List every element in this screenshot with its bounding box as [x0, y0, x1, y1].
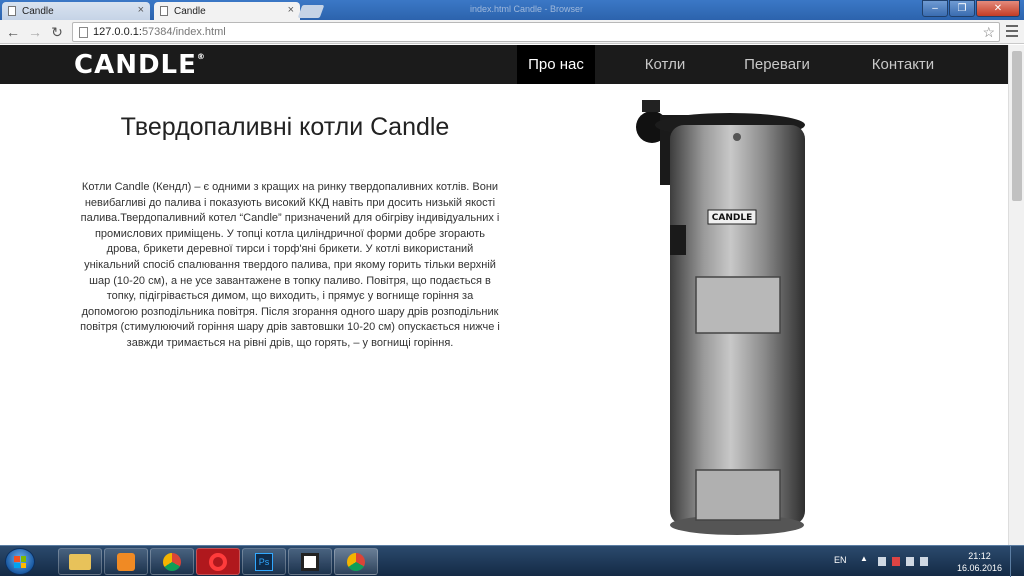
page-scrollbar[interactable] [1008, 45, 1024, 545]
language-indicator[interactable]: EN [834, 555, 847, 565]
page-icon [79, 27, 88, 38]
chrome-icon[interactable] [334, 548, 378, 575]
browser-tab-1[interactable]: Candle × [2, 2, 150, 20]
close-icon[interactable]: × [288, 4, 294, 16]
bookmark-star-icon[interactable]: ☆ [982, 24, 995, 41]
description-text: Котли Candle (Кендл) – є одними з кращих… [80, 181, 500, 349]
explorer-icon[interactable] [58, 548, 102, 575]
tray-expand-icon[interactable]: ▲ [860, 554, 868, 563]
nav-item-about[interactable]: Про нас [517, 45, 595, 84]
browser-toolbar: ← → ↻ 127.0.0.1:57384/index.html ☆ [0, 20, 1024, 44]
site-navbar: CANDLE® Про нас Котли Переваги Контакти [0, 45, 1008, 84]
photoshop-icon[interactable]: Ps [242, 548, 286, 575]
clock[interactable]: 21:12 16.06.2016 [957, 550, 1002, 574]
window-title: index.html Candle - Browser [470, 4, 584, 14]
url-text: 127.0.0.1:57384/index.html [93, 26, 226, 38]
scroll-thumb[interactable] [1012, 51, 1022, 201]
volume-icon[interactable] [920, 557, 928, 566]
network-icon[interactable] [878, 557, 886, 566]
tab-title: Candle [174, 5, 206, 17]
windows-logo-icon [14, 556, 26, 568]
product-label: CANDLE [712, 213, 752, 223]
page-viewport: CANDLE® Про нас Котли Переваги Контакти … [0, 45, 1008, 545]
address-bar[interactable]: 127.0.0.1:57384/index.html ☆ [72, 22, 1000, 42]
opera-icon[interactable] [196, 548, 240, 575]
new-tab-button[interactable] [297, 5, 325, 18]
close-window-button[interactable]: ✕ [976, 0, 1020, 17]
media-player-icon[interactable] [104, 548, 148, 575]
tab-title: Candle [22, 5, 54, 17]
page-icon [160, 6, 168, 16]
menu-icon[interactable] [1006, 25, 1018, 40]
system-tray: EN ▲ 21:12 16.06.2016 [834, 546, 1024, 577]
window-controls: – ❐ ✕ [921, 0, 1020, 17]
site-logo[interactable]: CANDLE® [74, 50, 206, 80]
show-desktop-button[interactable] [1010, 546, 1024, 577]
chrome-icon[interactable] [150, 548, 194, 575]
start-button[interactable] [5, 548, 35, 575]
signal-icon[interactable] [906, 557, 914, 566]
app-icon[interactable] [288, 548, 332, 575]
browser-tabstrip: Candle × Candle × index.html Candle - Br… [0, 0, 1024, 20]
browser-tab-2[interactable]: Candle × [154, 2, 300, 20]
forward-button[interactable]: → [26, 23, 44, 41]
close-icon[interactable]: × [138, 4, 144, 16]
page-title: Твердопаливні котли Candle [120, 113, 450, 141]
minimize-button[interactable]: – [922, 0, 948, 17]
nav-item-advantages[interactable]: Переваги [730, 45, 824, 84]
page-icon [8, 6, 16, 16]
taskbar: Ps EN ▲ 21:12 16.06.2016 [0, 545, 1024, 577]
maximize-button[interactable]: ❐ [949, 0, 975, 17]
action-center-icon[interactable] [892, 557, 900, 566]
reload-button[interactable]: ↻ [48, 23, 66, 41]
boiler-image: CANDLE [636, 100, 805, 535]
nav-item-contacts[interactable]: Контакти [858, 45, 948, 84]
nav-item-boilers[interactable]: Котли [628, 45, 702, 84]
back-button[interactable]: ← [4, 23, 22, 41]
